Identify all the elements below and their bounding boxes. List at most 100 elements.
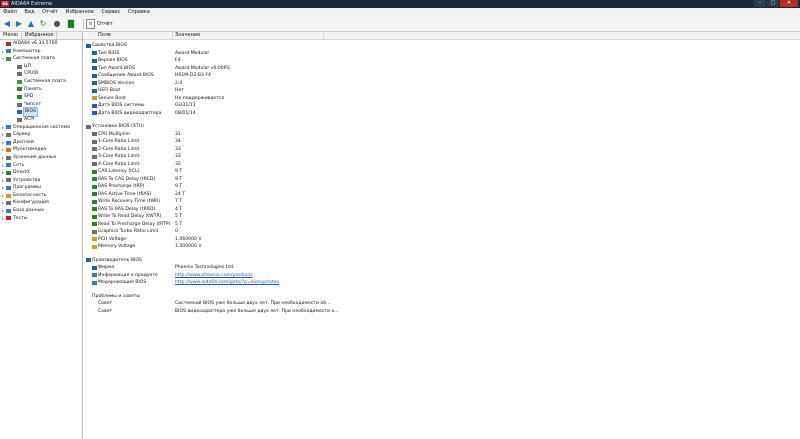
- column-field-header[interactable]: Поле: [98, 32, 111, 39]
- column-value-header[interactable]: Значение: [175, 32, 200, 39]
- window-controls: – □ ✕: [754, 0, 798, 7]
- tree-item[interactable]: ЦП: [0, 63, 82, 71]
- tree-item[interactable]: CPUID: [0, 70, 82, 78]
- expand-arrow-icon[interactable]: ▸: [1, 169, 5, 177]
- column-header: Поле Значение: [83, 32, 800, 40]
- tree-item-label: Сервер: [13, 132, 31, 138]
- tree-item-label: Память: [24, 86, 42, 92]
- expand-arrow-icon[interactable]: ▸: [1, 184, 5, 192]
- tree-item[interactable]: Память: [0, 86, 82, 94]
- tree-node-icon: [6, 216, 11, 221]
- tree-item-label: Чипсет: [24, 101, 42, 107]
- tab-menu[interactable]: Меню: [0, 32, 22, 39]
- expand-arrow-icon[interactable]: ▸: [1, 177, 5, 185]
- expand-arrow-icon[interactable]: ▸: [1, 215, 5, 223]
- menu-file[interactable]: Файл: [0, 8, 20, 17]
- field-value: Системной BIOS уже больше двух лет. При …: [175, 301, 331, 306]
- tree-item[interactable]: ▸ DirectX: [0, 169, 82, 177]
- column-divider[interactable]: [323, 32, 324, 39]
- tree-item-label: Программы: [13, 185, 41, 191]
- field-name: Read To Precharge Delay (tRTP): [98, 221, 171, 227]
- tree-item[interactable]: ▸ Сеть: [0, 162, 82, 170]
- tree-item[interactable]: ACPI: [0, 116, 82, 124]
- row-icon: [92, 147, 97, 152]
- field-value: 9 T: [175, 169, 183, 174]
- refresh-icon[interactable]: ↻: [38, 19, 48, 29]
- expand-arrow-icon[interactable]: ▸: [1, 124, 5, 132]
- tree-item[interactable]: ▸ Тесты: [0, 215, 82, 223]
- maximize-icon[interactable]: □: [767, 0, 779, 7]
- tree-node-icon: [6, 178, 11, 183]
- tree-item-label: Безопасность: [13, 192, 47, 198]
- expand-arrow-icon[interactable]: ▸: [1, 154, 5, 162]
- tree-item[interactable]: ▸ Мультимедиа: [0, 146, 82, 154]
- back-arrow-icon[interactable]: ◀: [2, 19, 12, 29]
- tree-node-icon: [6, 148, 11, 153]
- up-arrow-icon[interactable]: ▲: [26, 19, 36, 29]
- field-value: 03/31/11: [175, 103, 196, 108]
- collapse-arrow-icon[interactable]: ▾: [1, 55, 5, 63]
- tree-item[interactable]: ▸ Безопасность: [0, 192, 82, 200]
- tab-favorites[interactable]: Избранное: [22, 32, 58, 39]
- row-icon: [92, 96, 97, 101]
- tree-item[interactable]: ▸ База данных: [0, 207, 82, 215]
- title-bar: 64 AIDA64 Extreme – □ ✕: [0, 0, 800, 8]
- report-button[interactable]: ≡ Отчёт: [86, 19, 113, 29]
- tree-item[interactable]: Чипсет: [0, 101, 82, 109]
- expand-arrow-icon[interactable]: ▸: [1, 207, 5, 215]
- tree-item[interactable]: ▸ Устройства: [0, 177, 82, 185]
- expand-arrow-icon[interactable]: ▸: [1, 131, 5, 139]
- tree-item[interactable]: ▾ Системная плата: [0, 55, 82, 63]
- expand-arrow-icon[interactable]: ▸: [1, 139, 5, 147]
- value-link[interactable]: http://www.aida64.com/goto/?p=biosupdate…: [175, 279, 279, 287]
- tree-item[interactable]: ▸ Операционная система: [0, 124, 82, 132]
- field-name: SMBIOS Version: [98, 80, 135, 86]
- tree-node-icon: [6, 49, 11, 54]
- field-name: Дата BIOS системы: [98, 103, 145, 108]
- tree-item[interactable]: SPD: [0, 93, 82, 101]
- field-name: Сообщение Award BIOS: [98, 73, 154, 78]
- expand-arrow-icon[interactable]: ▸: [1, 192, 5, 200]
- tree-item[interactable]: BIOS: [0, 107, 82, 117]
- tree-item[interactable]: ▸ Сервер: [0, 131, 82, 139]
- forward-arrow-icon[interactable]: ▶: [14, 19, 24, 29]
- expand-arrow-icon[interactable]: ▸: [1, 162, 5, 170]
- row-icon: [92, 192, 97, 197]
- menu-view[interactable]: Вид: [21, 8, 37, 17]
- field-value: H61M-D2-B3 F4: [175, 73, 211, 78]
- tree-item[interactable]: ▸ Программы: [0, 184, 82, 192]
- tree-node-icon: [6, 201, 11, 206]
- expand-arrow-icon[interactable]: ▸: [1, 146, 5, 154]
- column-divider[interactable]: [172, 32, 173, 39]
- tree-item[interactable]: AIDA64 v6.33.5700: [0, 40, 82, 48]
- tree-node-icon: [6, 125, 11, 130]
- tree-item[interactable]: ▸ Хранение данных: [0, 154, 82, 162]
- expand-arrow-icon[interactable]: ▸: [1, 199, 5, 207]
- menu-report[interactable]: Отчёт: [39, 8, 61, 17]
- tree-item-label: Системная плата: [13, 56, 55, 62]
- tree-item-label: Тесты: [13, 215, 28, 221]
- tree-node-icon: [17, 72, 22, 77]
- field-name: Совет: [98, 308, 113, 314]
- user-icon[interactable]: ●: [52, 19, 62, 29]
- field-name: PCH Voltage: [98, 236, 127, 242]
- menu-favorites[interactable]: Избранное: [63, 8, 97, 17]
- tree-item[interactable]: Системная плата: [0, 78, 82, 86]
- row-icon: [92, 237, 97, 242]
- row-icon: [92, 199, 97, 204]
- minimize-icon[interactable]: –: [754, 0, 766, 7]
- close-icon[interactable]: ✕: [780, 0, 798, 7]
- tree-item[interactable]: ▸ Компьютер: [0, 48, 82, 56]
- row-icon: [92, 103, 97, 108]
- tree-item-label: CPUID: [24, 71, 39, 77]
- chart-icon[interactable]: ▇: [66, 19, 76, 29]
- section-icon: [86, 43, 91, 48]
- menu-service[interactable]: Сервис: [99, 8, 124, 17]
- menu-help[interactable]: Справка: [125, 8, 153, 17]
- row-icon: [92, 177, 97, 182]
- expand-arrow-icon[interactable]: ▸: [1, 48, 5, 56]
- row-icon: [92, 139, 97, 144]
- value-link[interactable]: http://www.phoenix.com/products: [175, 272, 253, 280]
- tree-item[interactable]: ▸ Конфигурация: [0, 199, 82, 207]
- tree-item[interactable]: ▸ Дисплей: [0, 139, 82, 147]
